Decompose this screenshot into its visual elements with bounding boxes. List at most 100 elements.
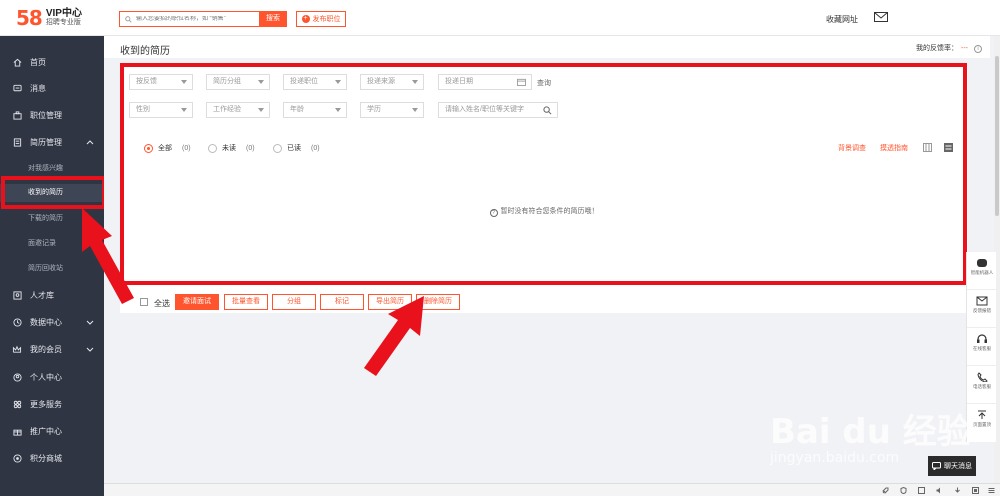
rocket-icon[interactable] [882, 487, 889, 494]
points-icon [12, 453, 22, 463]
tab-read[interactable]: 已读 (0) [273, 143, 320, 153]
annotation-arrow-icon [364, 296, 424, 376]
search-icon[interactable] [543, 106, 552, 115]
mark-button[interactable]: 标记 [320, 294, 364, 310]
arrow-up-icon [978, 410, 986, 419]
keyword-search-input[interactable]: 请输入姓名/职位等关键字 [438, 102, 558, 118]
chevron-up-icon [86, 140, 94, 145]
sidebar-item-messages[interactable]: 消息 [0, 79, 104, 97]
filter-source[interactable]: 投递来源 [360, 74, 424, 90]
filter-feedback[interactable]: 按反馈 [129, 74, 193, 90]
top-header: 58 VIP中心 招聘专业版 搜索 + 发布职位 收藏网址 [0, 0, 1000, 36]
envelope-icon [976, 296, 988, 306]
read-status-tabs: 全部 (0) 未读 (0) 已读 (0) 背景调查 摸透指南 [120, 141, 960, 155]
browser-status-bar [104, 483, 1000, 496]
chevron-down-icon [86, 347, 94, 352]
logo[interactable]: 58 VIP中心 招聘专业版 [16, 6, 82, 30]
search-icon [125, 15, 132, 23]
data-icon [12, 317, 22, 327]
filter-experience[interactable]: 工作经验 [206, 102, 270, 118]
message-icon [12, 83, 22, 93]
filter-date[interactable]: 投递日期 [438, 74, 532, 90]
tab-all[interactable]: 全部 (0) [144, 143, 191, 153]
card-view-icon[interactable] [923, 143, 932, 152]
caret-down-icon [181, 80, 187, 84]
sidebar-item-resumes[interactable]: 简历管理 [0, 133, 104, 151]
sidebar-item-data[interactable]: 数据中心 [0, 313, 104, 331]
download-icon[interactable] [954, 487, 961, 494]
sidebar-item-services[interactable]: 更多服务 [0, 395, 104, 413]
sidebar-item-points[interactable]: 积分商城 [0, 449, 104, 467]
filter-group[interactable]: 简历分组 [206, 74, 270, 90]
filter-job[interactable]: 投递职位 [283, 74, 347, 90]
job-search-input[interactable] [136, 16, 256, 22]
query-button[interactable]: 查询 [537, 78, 551, 88]
gift-icon [12, 426, 22, 436]
phone-service-button[interactable]: 电话客服 [967, 366, 997, 404]
fullscreen-icon[interactable] [972, 487, 979, 494]
group-button[interactable]: 分组 [272, 294, 316, 310]
tab-unread[interactable]: 未读 (0) [208, 143, 255, 153]
favorites-link[interactable]: 收藏网址 [826, 14, 858, 25]
caret-down-icon [412, 108, 418, 112]
online-service-button[interactable]: 在线客服 [967, 328, 997, 366]
bulk-actions-bar: 全选 邀请面试 批量查看 分组 标记 导出简历 删除简历 [120, 293, 968, 311]
robot-button[interactable]: 智能机器人 [967, 252, 997, 290]
resume-icon [12, 137, 22, 147]
briefcase-icon [12, 110, 22, 120]
back-to-top-button[interactable]: 页面置顶 [967, 404, 997, 442]
menu-icon[interactable] [988, 487, 995, 494]
logo-number: 58 [16, 6, 43, 30]
select-all-checkbox[interactable] [140, 298, 148, 306]
radio-selected-icon [144, 143, 153, 153]
sidebar-item-promotion[interactable]: 推广中心 [0, 422, 104, 440]
search-button[interactable]: 搜索 [259, 11, 287, 27]
chat-messages-button[interactable]: 聊天消息 [928, 456, 976, 476]
shield-icon[interactable] [900, 487, 907, 494]
filter-gender[interactable]: 性别 [129, 102, 193, 118]
info-icon[interactable]: i [974, 45, 982, 53]
sidebar-item-home[interactable]: 首页 [0, 53, 104, 71]
feedback-rate: 我的反馈率： --- i [916, 43, 982, 53]
select-all-label: 全选 [154, 299, 170, 308]
feedback-button[interactable]: 反馈报错 [967, 290, 997, 328]
caret-down-icon [258, 108, 264, 112]
empty-state: ? 暂时没有符合您条件的简历哦！ [120, 206, 968, 217]
post-job-button[interactable]: + 发布职位 [296, 11, 346, 27]
batch-view-button[interactable]: 批量查看 [224, 294, 268, 310]
radio-icon [208, 143, 217, 153]
caret-down-icon [335, 108, 341, 112]
filter-education[interactable]: 学历 [360, 102, 424, 118]
calendar-icon [517, 78, 526, 86]
sidebar-item-membership[interactable]: 我的会员 [0, 340, 104, 358]
headset-icon [977, 334, 987, 343]
page-title-bar: 收到的简历 我的反馈率： --- i [104, 36, 990, 58]
plus-icon: + [301, 15, 310, 23]
radio-icon [273, 143, 282, 153]
guide-link[interactable]: 摸透指南 [880, 143, 908, 153]
crown-icon [12, 344, 22, 354]
mail-icon[interactable] [874, 12, 888, 22]
caret-down-icon [335, 80, 341, 84]
caret-down-icon [412, 80, 418, 84]
sidebar-item-jobs[interactable]: 职位管理 [0, 106, 104, 124]
background-check-link[interactable]: 背景调查 [838, 143, 866, 153]
list-view-icon[interactable] [944, 143, 953, 152]
annotation-arrow-icon [82, 208, 134, 304]
page-title: 收到的简历 [120, 46, 170, 57]
baidu-watermark: Bai du 经验 [770, 412, 971, 452]
user-icon [12, 372, 22, 382]
volume-icon[interactable] [936, 487, 943, 494]
annotation-highlight-box [1, 176, 106, 209]
robot-icon [977, 259, 987, 267]
caret-down-icon [181, 108, 187, 112]
grid-icon [12, 399, 22, 409]
filter-age[interactable]: 年龄 [283, 102, 347, 118]
logo-subtitle: 招聘专业版 [45, 19, 81, 26]
invite-interview-button[interactable]: 邀请面试 [175, 294, 219, 310]
resume-panel: 按反馈 简历分组 投递职位 投递来源 投递日期 查询 性别 工作经验 年龄 学历… [120, 66, 968, 313]
question-icon: ? [489, 209, 498, 217]
window-icon[interactable] [918, 487, 925, 494]
sidebar-item-profile[interactable]: 个人中心 [0, 368, 104, 386]
baidu-watermark-url: jingyan.baidu.com [770, 450, 900, 466]
